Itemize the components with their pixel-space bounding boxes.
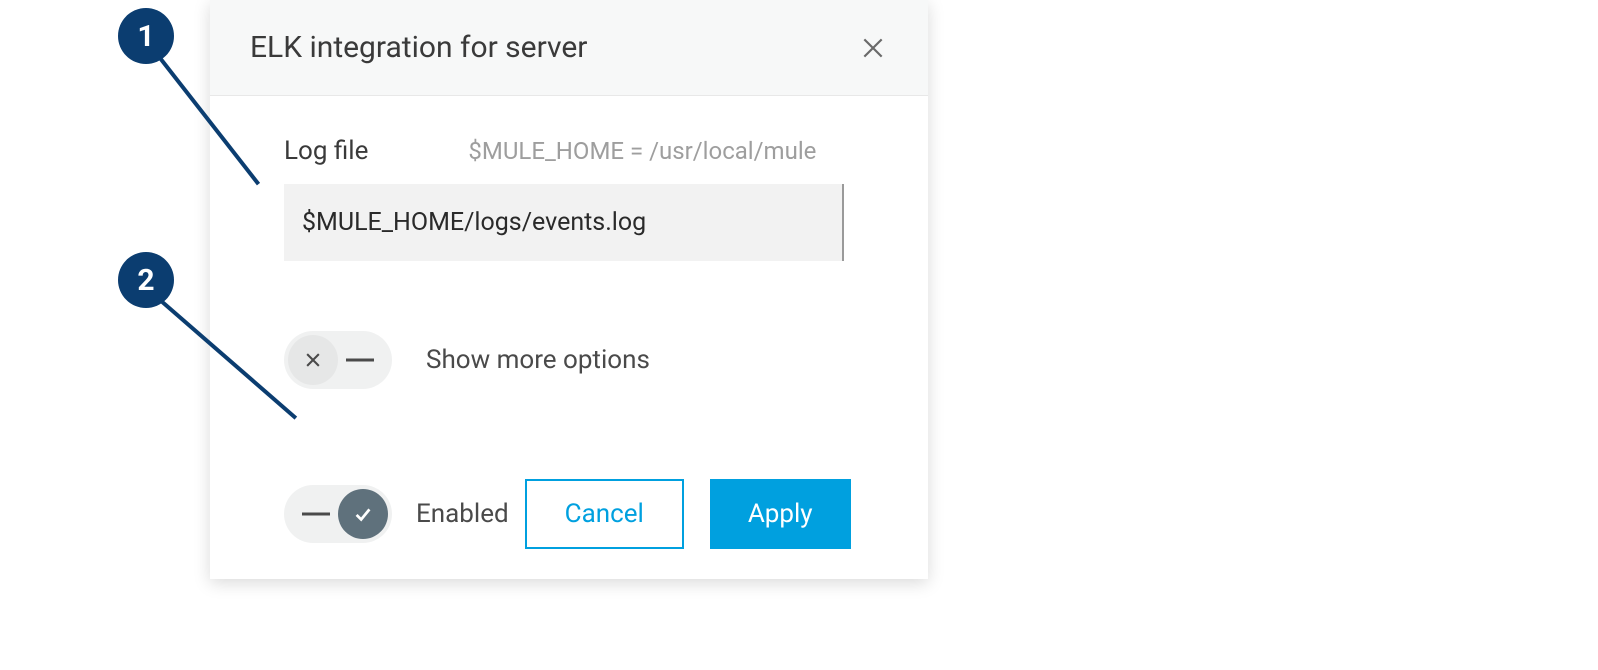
close-button[interactable] [858,33,888,63]
toggle-track-line [302,513,330,516]
enabled-toggle[interactable] [284,485,392,543]
dialog-body: Log file $MULE_HOME = /usr/local/mule Sh… [210,96,928,579]
logfile-input[interactable] [284,184,844,261]
logfile-hint: $MULE_HOME = /usr/local/mule [468,137,816,165]
toggle-knob-off [288,335,338,385]
annotation-badge-1: 1 [118,8,174,64]
toggle-knob-on [338,489,388,539]
close-icon [860,35,886,61]
logfile-label-row: Log file $MULE_HOME = /usr/local/mule [284,136,888,166]
dialog-buttons: Cancel Apply [525,479,851,549]
toggle-track-line [346,359,374,362]
annotation-badge-2: 2 [118,252,174,308]
elk-integration-dialog: ELK integration for server Log file $MUL… [210,0,928,579]
more-options-toggle[interactable] [284,331,392,389]
cancel-button[interactable]: Cancel [525,479,684,549]
footer-row: Enabled Cancel Apply [284,479,888,549]
logfile-label: Log file [284,136,368,166]
x-icon [303,350,323,370]
more-options-row: Show more options [284,331,888,389]
enabled-label: Enabled [416,499,509,529]
apply-button[interactable]: Apply [710,479,851,549]
dialog-title: ELK integration for server [250,30,587,65]
more-options-label: Show more options [426,345,650,375]
check-icon [352,503,374,525]
dialog-header: ELK integration for server [210,0,928,96]
